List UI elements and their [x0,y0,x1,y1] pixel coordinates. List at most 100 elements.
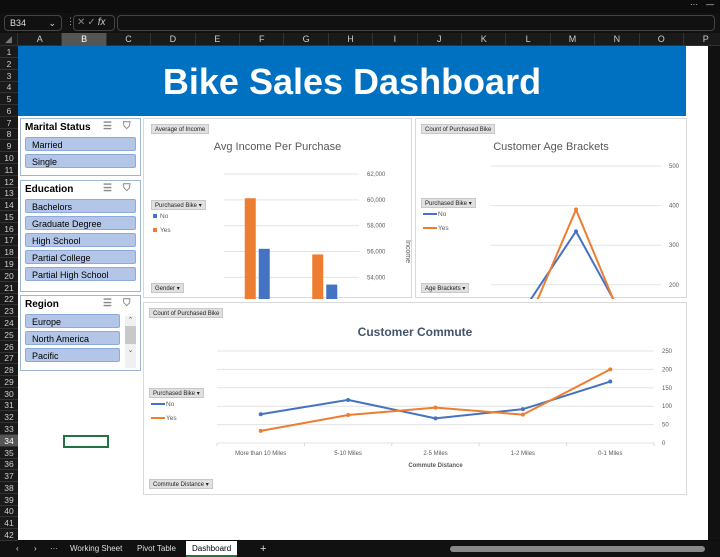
row-header-36[interactable]: 36 [0,458,18,471]
row-header-3[interactable]: 3 [0,70,18,82]
select-all-corner[interactable]: ◢ [0,33,18,46]
column-header-D[interactable]: D [151,33,196,46]
legend-item-yes[interactable]: Yes [423,225,449,232]
column-header-C[interactable]: C [107,33,152,46]
add-sheet-icon[interactable]: + [254,541,272,557]
legend-field-button[interactable]: Purchased Bike ▾ [151,200,206,210]
row-header-2[interactable]: 2 [0,58,18,70]
multi-select-icon[interactable]: ☰ [103,121,112,132]
row-header-11[interactable]: 11 [0,164,18,176]
slicer-item[interactable]: Pacific [25,348,120,362]
series-line-no[interactable] [519,229,632,299]
row-header-9[interactable]: 9 [0,140,18,153]
slicer-item[interactable]: Single [25,154,136,168]
column-header-O[interactable]: O [640,33,684,46]
formula-input[interactable] [117,15,715,31]
slicer-item[interactable]: Married [25,137,136,151]
series-line-no[interactable] [260,380,611,420]
row-header-32[interactable]: 32 [0,411,18,424]
data-point[interactable] [433,416,438,421]
age-brackets-chart[interactable]: Count of Purchased Bike Customer Age Brac… [415,118,687,299]
row-header-24[interactable]: 24 [0,317,18,329]
tab-pivot-table[interactable]: Pivot Table [131,541,182,557]
column-header-I[interactable]: I [373,33,418,46]
slicer-item[interactable]: Europe [25,314,120,328]
column-header-M[interactable]: M [551,33,596,46]
axis-field-button[interactable]: Commute Distance ▾ [149,479,213,489]
row-header-12[interactable]: 12 [0,176,18,188]
row-header-41[interactable]: 41 [0,517,18,530]
minimize-icon[interactable]: — [706,0,714,9]
row-header-39[interactable]: 39 [0,494,18,506]
row-header-23[interactable]: 23 [0,305,18,318]
dropdown-icon[interactable]: ▾ [197,391,200,397]
slicer-item[interactable]: Bachelors [25,199,136,213]
prev-sheet-icon[interactable]: ‹ [10,541,25,557]
series-line-yes[interactable] [519,206,632,299]
row-header-16[interactable]: 16 [0,223,18,235]
row-header-6[interactable]: 6 [0,105,18,117]
column-header-P[interactable]: P [684,33,720,46]
next-sheet-icon[interactable]: › [28,541,43,557]
slicer-item[interactable]: North America [25,331,120,345]
row-header-13[interactable]: 13 [0,187,18,200]
row-header-33[interactable]: 33 [0,423,18,435]
row-header-21[interactable]: 21 [0,282,18,294]
row-header-38[interactable]: 38 [0,482,18,494]
chevron-down-icon[interactable]: ⌄ [48,18,56,29]
tab-working-sheet[interactable]: Working Sheet [64,541,128,557]
row-header-20[interactable]: 20 [0,270,18,282]
row-header-7[interactable]: 7 [0,117,18,129]
row-header-26[interactable]: 26 [0,341,18,353]
data-point[interactable] [608,379,613,384]
column-header-N[interactable]: N [595,33,640,46]
row-header-27[interactable]: 27 [0,352,18,365]
column-header-J[interactable]: J [418,33,462,46]
data-point[interactable] [574,229,578,234]
series-line-yes[interactable] [260,368,611,432]
clear-filter-icon[interactable]: ⛉ [123,121,131,132]
column-header-B[interactable]: B [62,33,107,46]
row-header-22[interactable]: 22 [0,293,18,306]
data-point[interactable] [608,367,613,372]
row-header-19[interactable]: 19 [0,258,18,271]
slicer-item[interactable]: Graduate Degree [25,216,136,230]
data-point[interactable] [520,412,525,417]
clear-filter-icon[interactable]: ⛉ [123,183,131,194]
row-header-5[interactable]: 5 [0,93,18,106]
column-header-E[interactable]: E [196,33,240,46]
data-point[interactable] [574,207,578,212]
row-header-28[interactable]: 28 [0,364,18,377]
legend-item-no[interactable]: No [423,211,446,218]
column-header-K[interactable]: K [462,33,507,46]
bar-yes-male[interactable] [244,198,256,299]
legend-item-yes[interactable]: Yes [153,227,171,234]
row-header-34[interactable]: 34 [0,434,18,447]
value-field-button[interactable]: Count of Purchased Bike [421,124,496,134]
slicer-scrollbar[interactable]: ⌃ ⌄ [125,316,136,368]
row-header-14[interactable]: 14 [0,199,18,212]
dropdown-icon[interactable]: ▾ [206,482,209,488]
data-point[interactable] [520,407,525,412]
row-header-17[interactable]: 17 [0,234,18,247]
fx-icon[interactable]: fx [98,17,106,28]
cancel-icon[interactable]: ✕ [77,17,87,28]
row-header-18[interactable]: 18 [0,246,18,259]
name-box[interactable]: B34 ⌄ [4,15,62,31]
customer-commute-chart[interactable]: Count of Purchased Bike Customer Commute P… [143,302,687,495]
row-header-40[interactable]: 40 [0,505,18,518]
column-header-G[interactable]: G [284,33,329,46]
row-header-1[interactable]: 1 [0,46,18,58]
row-header-42[interactable]: 42 [0,529,18,541]
axis-field-button[interactable]: Age Brackets ▾ [421,283,470,293]
legend-field-button[interactable]: Purchased Bike ▾ [149,388,204,398]
vertical-scrollbar[interactable] [708,46,720,540]
legend-field-button[interactable]: Purchased Bike ▾ [421,198,476,208]
dropdown-icon[interactable]: ▾ [462,286,465,292]
bar-no-male[interactable] [258,248,270,299]
value-field-button[interactable]: Count of Purchased Bike [149,308,224,318]
multi-select-icon[interactable]: ☰ [103,298,112,309]
row-header-31[interactable]: 31 [0,399,18,412]
dropdown-icon[interactable]: ▾ [199,203,202,209]
row-header-8[interactable]: 8 [0,128,18,141]
